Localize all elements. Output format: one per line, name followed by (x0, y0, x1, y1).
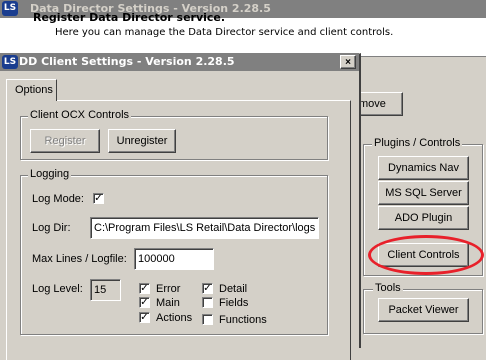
log-dir-input[interactable]: C:\Program Files\LS Retail\Data Director… (90, 217, 319, 239)
log-dir-label: Log Dir: (32, 222, 71, 234)
max-lines-label: Max Lines / Logfile: (32, 253, 127, 265)
tab-options[interactable]: Options (6, 79, 57, 101)
log-mode-checkbox[interactable]: ✓ (93, 193, 104, 204)
header-subtitle: Here you can manage the Data Director se… (55, 27, 394, 38)
tools-label: Tools (373, 282, 403, 294)
fields-checkbox[interactable] (202, 297, 213, 308)
log-mode-label: Log Mode: (32, 193, 84, 205)
unregister-button[interactable]: Unregister (108, 129, 176, 153)
actions-checkbox[interactable]: ✓ (139, 312, 150, 323)
register-button[interactable]: Register (30, 129, 100, 153)
main-checkbox[interactable]: ✓ (139, 297, 150, 308)
remove-button-label: move (359, 98, 386, 110)
functions-label: Functions (219, 314, 267, 326)
ms-sql-server-label: MS SQL Server (385, 187, 462, 199)
client-controls-button[interactable]: Client Controls (378, 243, 469, 267)
actions-label: Actions (156, 312, 193, 324)
main-label: Main (156, 297, 180, 309)
max-lines-input[interactable]: 100000 (134, 248, 214, 270)
error-checkbox[interactable]: ✓ (139, 283, 150, 294)
functions-checkbox[interactable] (202, 314, 213, 325)
log-level-value: 15 (90, 279, 121, 301)
packet-viewer-button[interactable]: Packet Viewer (378, 298, 469, 322)
ms-sql-server-button[interactable]: MS SQL Server (378, 181, 469, 205)
close-button[interactable]: × (340, 55, 356, 69)
detail-label: Detail (219, 283, 248, 295)
client-ocx-controls-label: Client OCX Controls (28, 109, 132, 121)
ls-logo-icon: LS (2, 55, 18, 69)
fields-label: Fields (219, 297, 249, 309)
packet-viewer-label: Packet Viewer (388, 304, 459, 316)
dynamics-nav-button[interactable]: Dynamics Nav (378, 156, 469, 180)
logging-label: Logging (28, 168, 72, 180)
plugins-controls-label: Plugins / Controls (372, 137, 463, 149)
detail-checkbox[interactable]: ✓ (202, 283, 213, 294)
dialog-title: DD Client Settings - Version 2.28.5 (19, 55, 235, 68)
error-label: Error (156, 283, 181, 295)
client-controls-label: Client Controls (387, 249, 460, 261)
header-title: Register Data Director service. (33, 11, 226, 24)
dynamics-nav-label: Dynamics Nav (388, 162, 459, 174)
ado-plugin-button[interactable]: ADO Plugin (378, 206, 469, 230)
ado-plugin-label: ADO Plugin (394, 212, 453, 224)
tab-options-label: Options (15, 84, 53, 96)
close-icon: × (345, 56, 351, 68)
log-level-label: Log Level: (32, 283, 83, 295)
register-label: Register (44, 135, 86, 147)
ls-logo-icon: LS (2, 1, 18, 16)
unregister-label: Unregister (116, 135, 168, 147)
